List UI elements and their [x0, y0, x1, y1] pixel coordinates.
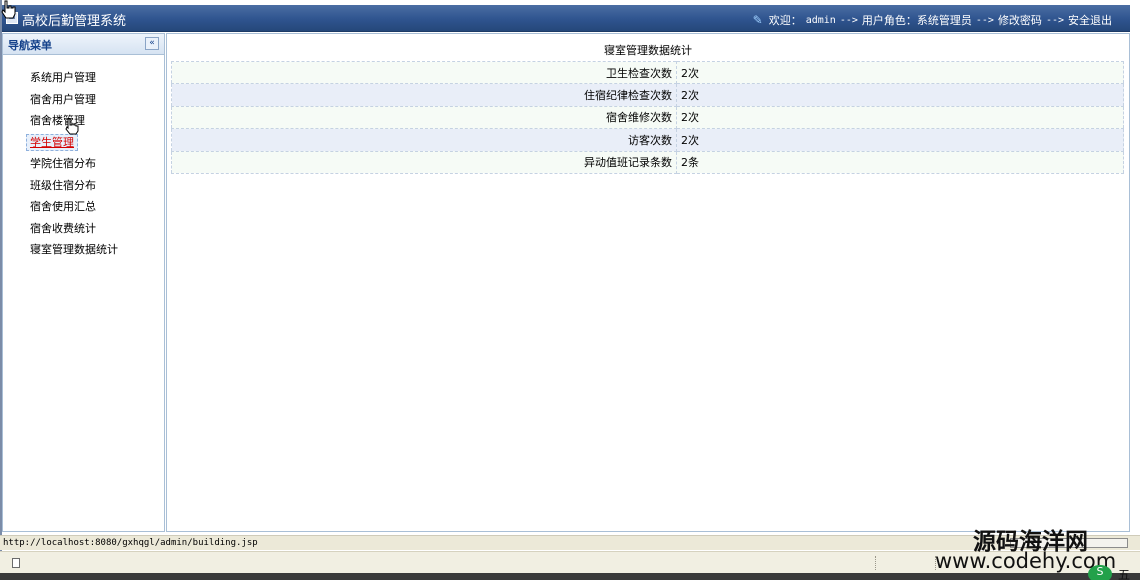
watermark-extra-char: 五	[1118, 568, 1131, 580]
nav-menu: 系统用户管理 宿舍用户管理 宿舍楼管理 学生管理 学院住宿分布 班级住宿分布 宿…	[3, 55, 164, 261]
status-divider	[875, 556, 876, 570]
table-row: 访客次数 2次	[171, 128, 1124, 152]
menu-item-label: 寝室管理数据统计	[30, 243, 118, 256]
title-bar: 高校后勤管理系统 ✎ 欢迎： admin --> 用户角色：系统管理员 --> …	[2, 5, 1130, 32]
collapse-sidebar-button[interactable]: «	[145, 37, 159, 50]
separator-arrow: -->	[839, 14, 858, 26]
main-panel: 寝室管理数据统计 卫生检查次数 2次 住宿纪律检查次数 2次 宿舍维修次数 2次…	[166, 33, 1130, 532]
menu-item-system-users[interactable]: 系统用户管理	[3, 67, 164, 89]
welcome-label: 欢迎：	[768, 14, 802, 27]
change-password-link[interactable]: 修改密码	[998, 12, 1042, 28]
row-value: 2次	[676, 61, 1124, 85]
menu-item-label: 宿舍用户管理	[30, 92, 96, 106]
menu-item-class-distribution[interactable]: 班级住宿分布	[3, 175, 164, 197]
menu-item-college-distribution[interactable]: 学院住宿分布	[3, 153, 164, 175]
menu-item-fee-statistics[interactable]: 宿舍收费统计	[3, 218, 164, 240]
row-label: 访客次数	[171, 128, 677, 152]
row-value: 2次	[676, 106, 1124, 130]
role-label: 用户角色：系统管理员	[861, 14, 972, 27]
menu-item-dorm-users[interactable]: 宿舍用户管理	[3, 89, 164, 111]
welcome-icon: ✎	[752, 13, 763, 27]
row-label: 异动值班记录条数	[171, 151, 677, 174]
row-label: 住宿纪律检查次数	[171, 83, 677, 107]
row-value: 2条	[676, 151, 1124, 174]
menu-item-label: 宿舍使用汇总	[30, 200, 96, 213]
app-title: 高校后勤管理系统	[22, 14, 127, 29]
pointer-cursor-icon	[65, 118, 79, 135]
page-icon	[12, 558, 20, 568]
menu-item-dorm-statistics[interactable]: 寝室管理数据统计	[3, 239, 164, 261]
stats-table: 卫生检查次数 2次 住宿纪律检查次数 2次 宿舍维修次数 2次 访客次数 2次 …	[171, 61, 1124, 174]
menu-item-label: 班级住宿分布	[30, 178, 96, 192]
sidebar-title: 导航菜单	[8, 39, 52, 52]
content-area: 寝室管理数据统计 卫生检查次数 2次 住宿纪律检查次数 2次 宿舍维修次数 2次…	[167, 34, 1129, 531]
page-title: 寝室管理数据统计	[604, 44, 692, 57]
status-url: http://localhost:8080/gxhqgl/admin/build…	[3, 538, 258, 548]
watermark-logo-icon: S	[1088, 565, 1112, 580]
menu-item-usage-summary[interactable]: 宿舍使用汇总	[3, 196, 164, 218]
menu-item-buildings[interactable]: 宿舍楼管理	[3, 110, 164, 132]
username: admin	[805, 14, 836, 26]
hand-cursor-icon	[1, 0, 16, 19]
taskbar	[0, 573, 1140, 580]
table-row: 宿舍维修次数 2次	[171, 106, 1124, 130]
menu-item-students[interactable]: 学生管理	[3, 132, 164, 154]
table-row: 住宿纪律检查次数 2次	[171, 83, 1124, 107]
menu-item-label: 学院住宿分布	[30, 157, 96, 170]
separator-arrow: -->	[975, 14, 994, 26]
logout-link[interactable]: 安全退出	[1068, 12, 1112, 28]
row-label: 卫生检查次数	[171, 61, 677, 85]
row-value: 2次	[676, 83, 1124, 107]
sidebar: 导航菜单 « 系统用户管理 宿舍用户管理 宿舍楼管理 学生管理 学院住宿分布 班…	[2, 33, 165, 532]
menu-item-label: 系统用户管理	[30, 71, 96, 84]
table-row: 异动值班记录条数 2条	[171, 151, 1124, 174]
separator-arrow: -->	[1045, 14, 1064, 26]
row-label: 宿舍维修次数	[171, 106, 677, 130]
browser-status-bar: http://localhost:8080/gxhqgl/admin/build…	[0, 535, 1140, 550]
user-info: ✎ 欢迎： admin --> 用户角色：系统管理员 --> 修改密码 --> …	[753, 12, 1112, 28]
menu-item-label: 宿舍收费统计	[30, 221, 96, 235]
menu-item-label: 学生管理	[26, 133, 78, 151]
row-value: 2次	[676, 128, 1124, 152]
sidebar-header: 导航菜单 «	[3, 34, 164, 55]
table-row: 卫生检查次数 2次	[171, 61, 1124, 85]
